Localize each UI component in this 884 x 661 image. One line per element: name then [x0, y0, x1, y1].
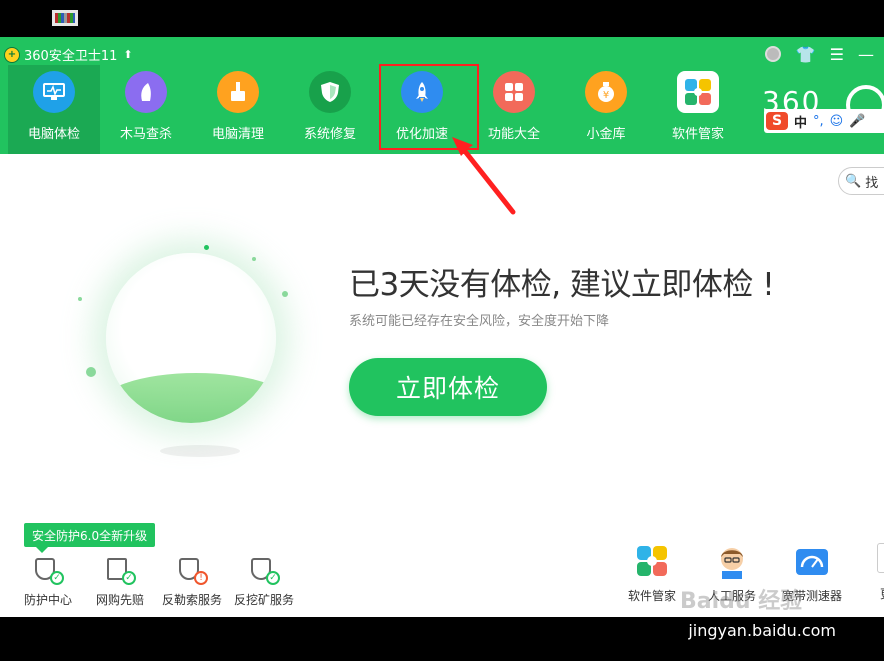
- protection-label: 防护中心: [23, 593, 72, 607]
- checkup-headline: 已3天没有体检, 建议立即体检 !: [349, 267, 775, 303]
- screen-bottom-bar: jingyan.baidu.com: [0, 617, 884, 661]
- scan-now-button[interactable]: 立即体检: [349, 358, 547, 416]
- brand-area: 360 S 中 °, ☺ 🎤: [760, 85, 884, 145]
- shield-pulse-icon: ✓: [32, 555, 64, 587]
- tool-label: 人工服务: [707, 589, 756, 603]
- anti-ransom-icon: !: [176, 555, 208, 587]
- header: + 360安全卫士11 ⬆ 👕 ☰ — 电脑体检 木马查杀 电脑清理 系统修复 …: [0, 37, 884, 154]
- tool-label: 软件管家: [627, 589, 676, 603]
- protection-label: 反挖矿服务: [233, 593, 294, 607]
- nav-item-all-features[interactable]: 功能大全: [468, 65, 560, 154]
- orb-dot: [86, 367, 96, 377]
- nav-label: 软件管家: [671, 127, 724, 142]
- nav-label: 木马查杀: [119, 127, 172, 142]
- taskbar-thumbnail[interactable]: [52, 10, 78, 26]
- tool-software-manager[interactable]: 软件管家: [612, 543, 692, 604]
- nav-item-optimize[interactable]: 优化加速: [376, 65, 468, 154]
- search-input[interactable]: 🔍 找: [838, 167, 884, 195]
- broom-icon: [217, 71, 259, 113]
- watermark-url: jingyan.baidu.com: [688, 621, 836, 640]
- sogou-logo-icon: S: [766, 112, 788, 130]
- skin-shirt-icon[interactable]: 👕: [796, 45, 816, 64]
- speedometer-icon: [796, 549, 828, 575]
- protection-label: 网购先赔: [95, 593, 144, 607]
- tool-more[interactable]: + 更多: [852, 543, 884, 604]
- orb-dot: [78, 297, 82, 301]
- tool-human-service[interactable]: 人工服务: [692, 543, 772, 604]
- tool-speed-test[interactable]: 宽带测速器: [772, 543, 852, 604]
- upgrade-badge[interactable]: 安全防护6.0全新升级: [24, 523, 156, 553]
- minimize-icon[interactable]: —: [858, 45, 874, 64]
- nav-item-cleanup[interactable]: 电脑清理: [192, 65, 284, 154]
- emoji-icon[interactable]: ☺: [830, 114, 844, 129]
- medal-icon[interactable]: [764, 43, 782, 65]
- nav-item-trojan-scan[interactable]: 木马查杀: [100, 65, 192, 154]
- cart-icon: ✓: [104, 555, 136, 587]
- microphone-icon[interactable]: 🎤: [849, 114, 865, 129]
- rocket-icon: [401, 71, 443, 113]
- app-logo-icon: +: [4, 46, 20, 63]
- nav-item-system-repair[interactable]: 系统修复: [284, 65, 376, 154]
- upgrade-arrow-icon[interactable]: ⬆: [123, 48, 132, 61]
- ime-mode-label[interactable]: 中: [794, 112, 807, 131]
- app-window: + 360安全卫士11 ⬆ 👕 ☰ — 电脑体检 木马查杀 电脑清理 系统修复 …: [0, 37, 884, 617]
- search-icon: 🔍: [845, 173, 862, 189]
- app-title: 360安全卫士11: [24, 49, 118, 64]
- nav-label: 优化加速: [395, 127, 448, 142]
- tool-label: 更多: [880, 585, 884, 602]
- search-label: 找: [865, 175, 879, 191]
- anti-mining-item[interactable]: ✓ 反挖矿服务: [228, 555, 300, 608]
- shield-icon: [309, 71, 351, 113]
- orb-dot: [204, 245, 209, 250]
- orb-circle: [106, 253, 276, 423]
- grid-icon: [493, 71, 535, 113]
- nav-label: 小金库: [586, 127, 626, 142]
- nav-label: 系统修复: [303, 127, 356, 142]
- main-nav: 电脑体检 木马查杀 电脑清理 系统修复 优化加速 功能大全 ¥ 小金库 软件管家: [8, 65, 744, 154]
- monitor-icon: [33, 71, 75, 113]
- protection-center-item[interactable]: ✓ 防护中心: [12, 555, 84, 608]
- nav-item-software-manager[interactable]: 软件管家: [652, 65, 744, 154]
- punctuation-icon[interactable]: °,: [813, 114, 824, 129]
- shopping-guarantee-item[interactable]: ✓ 网购先赔: [84, 555, 156, 608]
- svg-text:¥: ¥: [603, 90, 609, 101]
- horse-icon: [125, 71, 167, 113]
- orb-dot: [252, 257, 256, 261]
- anti-mining-icon: ✓: [248, 555, 280, 587]
- nav-label: 功能大全: [487, 127, 540, 142]
- flower-icon: [677, 71, 719, 113]
- tool-label: 宽带测速器: [781, 589, 842, 603]
- tools-row: 软件管家 人工服务 宽带测速器 + 更多: [612, 543, 884, 604]
- checkup-subline: 系统可能已经存在安全风险，安全度开始下降: [349, 314, 610, 329]
- protection-label: 反勒索服务: [161, 593, 222, 607]
- nav-label: 电脑体检: [27, 127, 80, 142]
- nav-item-vault[interactable]: ¥ 小金库: [560, 65, 652, 154]
- sogou-ime-toolbar[interactable]: S 中 °, ☺ 🎤: [764, 109, 884, 133]
- money-bag-icon: ¥: [585, 71, 627, 113]
- nav-label: 电脑清理: [211, 127, 264, 142]
- screen-top-bar: [0, 0, 884, 37]
- flower-icon: [637, 546, 667, 576]
- orb-shadow: [160, 445, 240, 457]
- window-controls: 👕 ☰ —: [764, 43, 874, 65]
- orb-dot: [282, 291, 288, 297]
- nav-item-checkup[interactable]: 电脑体检: [8, 65, 100, 154]
- agent-icon: [721, 548, 743, 579]
- health-orb: [70, 237, 320, 497]
- plus-icon: +: [877, 543, 884, 573]
- menu-icon[interactable]: ☰: [830, 45, 844, 64]
- title-bar: + 360安全卫士11 ⬆: [4, 45, 133, 64]
- protection-row: ✓ 防护中心 ✓ 网购先赔 ! 反勒索服务 ✓ 反挖矿服务: [12, 555, 300, 608]
- anti-ransom-item[interactable]: ! 反勒索服务: [156, 555, 228, 608]
